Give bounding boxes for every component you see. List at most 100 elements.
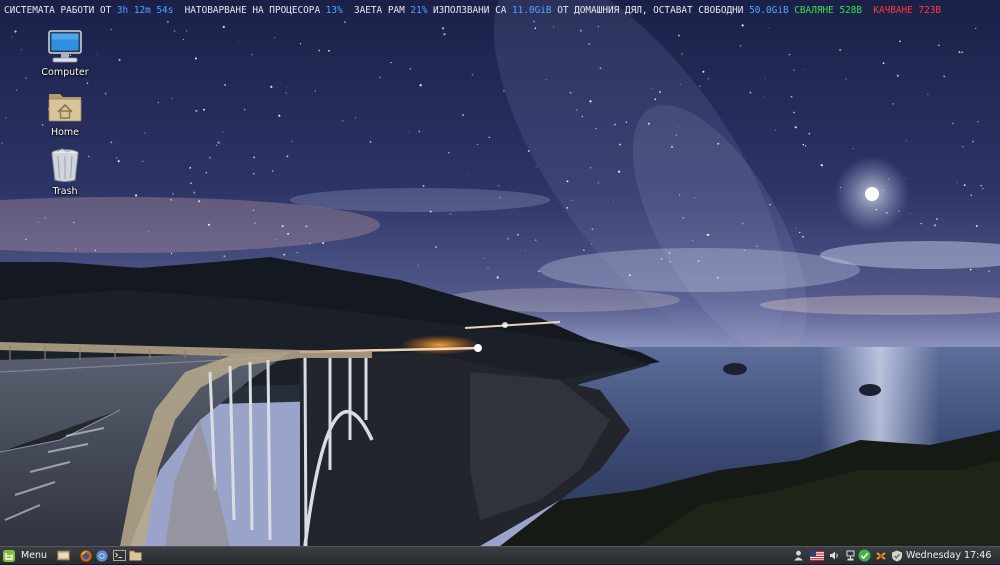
star: [566, 180, 569, 183]
star: [186, 30, 188, 32]
star: [956, 182, 958, 184]
star: [118, 58, 121, 62]
user-icon[interactable]: [793, 550, 804, 561]
star: [286, 155, 289, 158]
star: [793, 111, 795, 114]
star: [943, 75, 946, 78]
star: [952, 122, 954, 125]
network-icon[interactable]: [845, 550, 856, 561]
star: [429, 210, 432, 213]
star: [790, 95, 793, 98]
star: [597, 182, 600, 184]
star: [671, 146, 673, 148]
star: [471, 73, 474, 76]
star: [271, 170, 274, 172]
star: [617, 170, 621, 173]
star: [597, 26, 600, 28]
star: [764, 78, 766, 80]
star: [115, 157, 118, 159]
star: [418, 130, 421, 133]
terminal-icon[interactable]: [113, 550, 126, 561]
files-icon[interactable]: [129, 550, 142, 561]
star: [571, 199, 573, 201]
star: [756, 245, 758, 247]
star: [749, 91, 752, 94]
star: [534, 51, 536, 52]
star: [110, 28, 112, 30]
star: [702, 70, 705, 73]
star: [788, 53, 791, 56]
star: [144, 132, 146, 134]
star: [195, 109, 198, 112]
cpu-label: НАТОВАРВАНЕ НА ПРОЦЕСОРА: [173, 5, 326, 16]
desktop-icon-computer[interactable]: Computer: [33, 28, 97, 78]
star: [739, 44, 742, 47]
star: [566, 207, 569, 209]
star: [343, 21, 346, 23]
star: [682, 216, 685, 219]
desktop-icon-trash[interactable]: Trash: [33, 147, 97, 197]
bluetooth-icon[interactable]: [875, 550, 887, 562]
star: [253, 156, 256, 159]
star: [217, 141, 220, 144]
star: [189, 167, 192, 169]
star: [285, 92, 287, 94]
uptime-label: СИСТЕМАТА РАБОТИ ОТ: [4, 5, 117, 16]
star: [322, 242, 325, 245]
star: [651, 87, 653, 89]
star: [462, 114, 464, 116]
disk-free-label: ОТ ДОМАШНИЯ ДЯЛ, ОСТАВАТ СВОБОДНИ: [551, 5, 750, 16]
star: [534, 27, 537, 30]
star: [222, 131, 224, 133]
clock[interactable]: Wednesday 17:46: [906, 548, 991, 563]
star: [938, 44, 940, 47]
star: [595, 127, 597, 130]
desktop-icon-label: Home: [50, 127, 80, 138]
shield-icon[interactable]: [891, 550, 903, 562]
desktop-icon-home[interactable]: Home: [33, 88, 97, 138]
show-desktop-icon[interactable]: [57, 550, 70, 561]
disk-used-label: ИЗПОЛЗВАНИ СА: [427, 5, 513, 16]
star: [72, 221, 75, 224]
star: [419, 84, 422, 87]
star: [75, 248, 77, 250]
star: [25, 238, 27, 240]
star: [576, 109, 578, 111]
star: [741, 24, 744, 27]
star: [291, 141, 293, 143]
star: [599, 67, 602, 70]
star: [147, 230, 149, 232]
star: [157, 101, 159, 104]
firefox-icon[interactable]: [80, 550, 92, 562]
star: [980, 184, 982, 187]
star: [699, 85, 701, 87]
star: [692, 240, 694, 242]
menu-button[interactable]: Menu: [3, 548, 47, 563]
star: [658, 91, 661, 93]
download-value: 528B: [839, 5, 863, 16]
star: [552, 26, 555, 28]
star: [104, 92, 107, 95]
trash-icon: [45, 147, 85, 185]
star: [654, 98, 657, 101]
star: [679, 194, 680, 196]
star: [794, 126, 797, 129]
star: [314, 90, 316, 92]
clock-text: Wednesday 17:46: [906, 550, 992, 561]
star: [58, 248, 59, 249]
star: [808, 132, 811, 135]
volume-icon[interactable]: [829, 550, 840, 561]
star: [839, 48, 842, 51]
keyboard-layout-us-flag-icon[interactable]: [810, 551, 824, 561]
star: [962, 145, 964, 148]
star: [892, 103, 894, 105]
star: [281, 224, 284, 228]
star: [309, 243, 311, 245]
chromium-icon[interactable]: [96, 550, 108, 562]
star: [390, 61, 392, 64]
star: [707, 233, 710, 236]
star: [443, 33, 446, 36]
star: [33, 257, 35, 259]
star: [798, 231, 801, 234]
update-manager-icon[interactable]: [858, 549, 871, 562]
